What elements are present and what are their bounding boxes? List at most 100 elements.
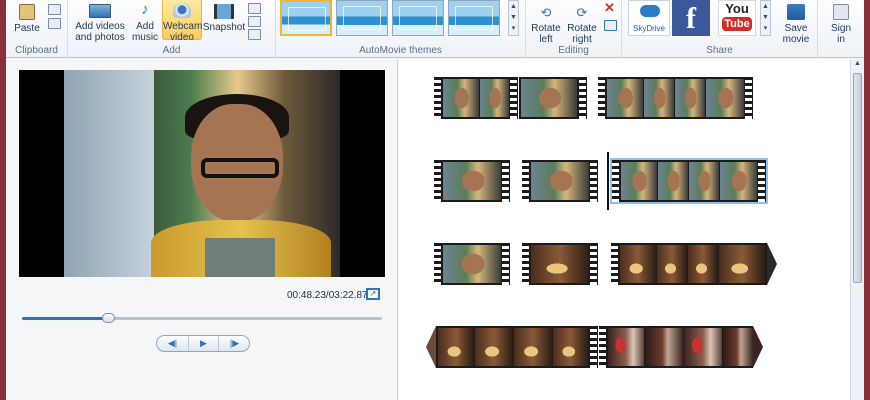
save-movie-label-1: Save <box>784 23 808 34</box>
play-icon: ▶ <box>200 338 207 348</box>
youtube-tube-text: Tube <box>722 17 752 31</box>
skydrive-button[interactable]: SkyDrive <box>628 0 670 36</box>
automovie-themes-label: AutoMovie themes <box>359 45 442 56</box>
seek-bar-fill <box>22 317 109 320</box>
rotate-left-button[interactable]: ⟲ Rotate left <box>528 0 564 46</box>
editing-group-label: Editing <box>558 45 589 56</box>
play-button[interactable]: ▶ <box>188 336 219 351</box>
storyboard-clip[interactable] <box>611 243 767 285</box>
snapshot-button[interactable]: Snapshot <box>202 0 246 33</box>
youtube-you-text: You <box>725 1 749 16</box>
share-group: SkyDrive f You Tube ▲ ▼ ▾ Save movie Share <box>622 0 818 58</box>
skydrive-label: SkyDrive <box>632 24 665 33</box>
video-preview[interactable] <box>19 70 385 277</box>
sign-in-group: Sign in <box>818 0 864 58</box>
rotate-right-label-2: right <box>572 34 592 45</box>
clip-continues-icon <box>753 326 763 368</box>
storyboard-clip[interactable] <box>434 77 518 119</box>
scroll-up-icon[interactable]: ▲ <box>851 60 864 72</box>
storyboard-scrollbar[interactable]: ▲ <box>850 59 864 400</box>
clipboard-group: Paste Clipboard <box>6 0 68 58</box>
add-group-label: Add <box>162 45 181 56</box>
sign-in-label-1: Sign <box>830 23 851 34</box>
clipboard-group-label: Clipboard <box>15 45 58 56</box>
remove-icon[interactable]: ✕ <box>604 0 615 16</box>
save-movie-label-2: movie <box>782 34 810 45</box>
paste-label: Paste <box>14 23 40 34</box>
storyboard <box>399 59 850 400</box>
add-group: Add videos and photos ♪ Add music Webcam… <box>68 0 276 58</box>
theme-thumbnail[interactable] <box>448 0 500 36</box>
storyboard-clip[interactable] <box>522 243 598 285</box>
share-gallery-scroll[interactable]: ▲ ▼ ▾ <box>760 0 771 36</box>
seek-bar[interactable] <box>22 313 382 323</box>
sign-in-label-2: in <box>837 34 845 45</box>
music-note-icon: ♪ <box>141 1 149 18</box>
storyboard-clip[interactable] <box>522 160 598 202</box>
add-music-label-2: music <box>131 32 159 43</box>
clip-continues-icon <box>767 243 777 285</box>
sign-in-button[interactable]: Sign in <box>824 0 858 45</box>
cut-icon[interactable] <box>48 4 61 15</box>
theme-thumbnail[interactable] <box>336 0 388 36</box>
rotate-right-icon: ⟳ <box>576 5 588 20</box>
transport-controls: ◀| ▶ |▶ <box>156 335 250 352</box>
previous-frame-button[interactable]: ◀| <box>157 336 188 351</box>
storyboard-clip[interactable] <box>434 160 510 202</box>
add-videos-photos-icon <box>89 4 111 18</box>
themes-gallery-scroll[interactable]: ▲ ▼ ▾ <box>508 0 519 36</box>
webcam-label-2: video <box>170 32 194 43</box>
add-music-label-1: Add <box>136 21 154 32</box>
storyboard-clip-selected[interactable] <box>610 158 768 204</box>
add-videos-label-2: and photos <box>75 32 125 43</box>
rotate-left-icon: ⟲ <box>540 5 552 20</box>
rotate-left-label-1: Rotate <box>531 23 561 34</box>
paste-button[interactable]: Paste <box>12 0 42 34</box>
timecode: 00:48.23/03:22.87 <box>287 290 368 301</box>
theme-thumbnail[interactable] <box>392 0 444 36</box>
webcam-label-1: Webcam <box>163 21 203 32</box>
facebook-logo-icon: f <box>686 2 696 35</box>
youtube-button[interactable]: You Tube <box>718 0 756 36</box>
storyboard-clip[interactable] <box>436 326 598 368</box>
clip-continued-icon <box>426 326 436 368</box>
snapshot-label: Snapshot <box>202 22 246 33</box>
webcam-video-button[interactable]: Webcam video <box>162 0 203 43</box>
theme-thumbnail[interactable] <box>280 0 332 36</box>
storyboard-clip[interactable] <box>434 243 510 285</box>
preview-pane: 00:48.23/03:22.87 ↗ ◀| ▶ |▶ <box>6 59 398 400</box>
rotate-right-button[interactable]: ⟳ Rotate right <box>564 0 600 46</box>
save-movie-button[interactable]: Save movie <box>776 0 816 45</box>
seek-thumb[interactable] <box>102 313 116 323</box>
share-group-label: Share <box>706 45 733 56</box>
playhead-indicator[interactable] <box>607 152 609 210</box>
fullscreen-icon[interactable]: ↗ <box>366 288 380 300</box>
facebook-button[interactable]: f <box>672 0 710 36</box>
skydrive-cloud-icon <box>640 5 660 17</box>
paste-icon <box>19 4 35 20</box>
rotate-right-label-1: Rotate <box>567 23 597 34</box>
scrollbar-thumb[interactable] <box>853 73 862 283</box>
storyboard-clip[interactable] <box>599 326 753 368</box>
storyboard-clip[interactable] <box>519 77 587 119</box>
previous-frame-icon: ◀| <box>167 338 178 348</box>
ribbon: Paste Clipboard Add videos and photos ♪ … <box>6 0 864 58</box>
app-window: Paste Clipboard Add videos and photos ♪ … <box>6 0 864 400</box>
add-videos-photos-button[interactable]: Add videos and photos <box>72 0 128 43</box>
credits-icon[interactable] <box>248 29 261 40</box>
next-frame-icon: |▶ <box>229 338 240 348</box>
save-movie-icon <box>787 4 805 20</box>
caption-icon[interactable] <box>248 16 261 27</box>
copy-icon[interactable] <box>48 18 61 29</box>
webcam-icon <box>173 3 191 18</box>
sign-in-icon <box>833 4 849 20</box>
title-icon[interactable] <box>248 3 261 14</box>
automovie-themes-group: ▲ ▼ ▾ AutoMovie themes <box>276 0 526 58</box>
next-frame-button[interactable]: |▶ <box>219 336 250 351</box>
add-music-button[interactable]: ♪ Add music <box>128 0 162 44</box>
select-all-icon[interactable] <box>604 20 617 31</box>
rotate-left-label-2: left <box>539 34 553 45</box>
storyboard-clip[interactable] <box>598 77 753 119</box>
editing-group: ⟲ Rotate left ⟳ Rotate right ✕ Editing <box>526 0 622 58</box>
snapshot-icon <box>214 4 234 19</box>
